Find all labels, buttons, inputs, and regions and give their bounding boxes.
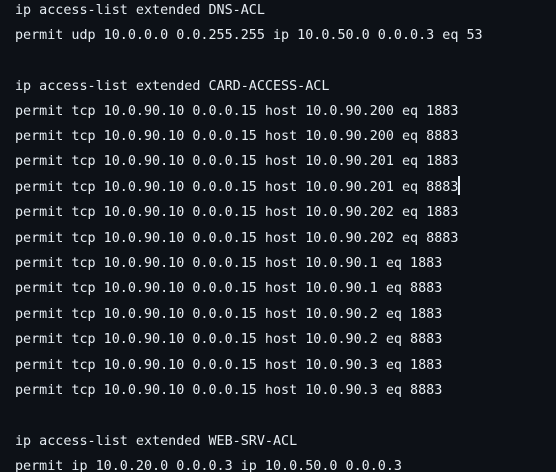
code-line-19: permit ip 10.0.20.0 0.0.0.3 ip 10.0.50.0… — [15, 459, 402, 472]
code-line-14: permit tcp 10.0.90.10 0.0.0.15 host 10.0… — [15, 332, 443, 347]
code-line-7: permit tcp 10.0.90.10 0.0.0.15 host 10.0… — [15, 154, 459, 169]
code-line-8-text: permit tcp 10.0.90.10 0.0.0.15 host 10.0… — [15, 180, 459, 195]
code-line-10: permit tcp 10.0.90.10 0.0.0.15 host 10.0… — [15, 231, 459, 246]
terminal-editor[interactable]: ip access-list extended DNS-ACL permit u… — [0, 0, 556, 472]
code-line-18: ip access-list extended WEB-SRV-ACL — [15, 434, 298, 449]
code-line-1: ip access-list extended DNS-ACL — [15, 3, 265, 18]
code-line-2: permit udp 10.0.0.0 0.0.255.255 ip 10.0.… — [15, 28, 483, 43]
code-line-5: permit tcp 10.0.90.10 0.0.0.15 host 10.0… — [15, 104, 459, 119]
code-line-11: permit tcp 10.0.90.10 0.0.0.15 host 10.0… — [15, 256, 443, 271]
code-line-6: permit tcp 10.0.90.10 0.0.0.15 host 10.0… — [15, 129, 459, 144]
code-line-9: permit tcp 10.0.90.10 0.0.0.15 host 10.0… — [15, 205, 459, 220]
code-line-12: permit tcp 10.0.90.10 0.0.0.15 host 10.0… — [15, 281, 443, 296]
code-line-15: permit tcp 10.0.90.10 0.0.0.15 host 10.0… — [15, 358, 443, 373]
code-line-13: permit tcp 10.0.90.10 0.0.0.15 host 10.0… — [15, 307, 443, 322]
code-line-4: ip access-list extended CARD-ACCESS-ACL — [15, 79, 330, 94]
code-line-8: permit tcp 10.0.90.10 0.0.0.15 host 10.0… — [15, 175, 461, 201]
text-cursor — [458, 176, 461, 195]
code-line-16: permit tcp 10.0.90.10 0.0.0.15 host 10.0… — [15, 383, 443, 398]
